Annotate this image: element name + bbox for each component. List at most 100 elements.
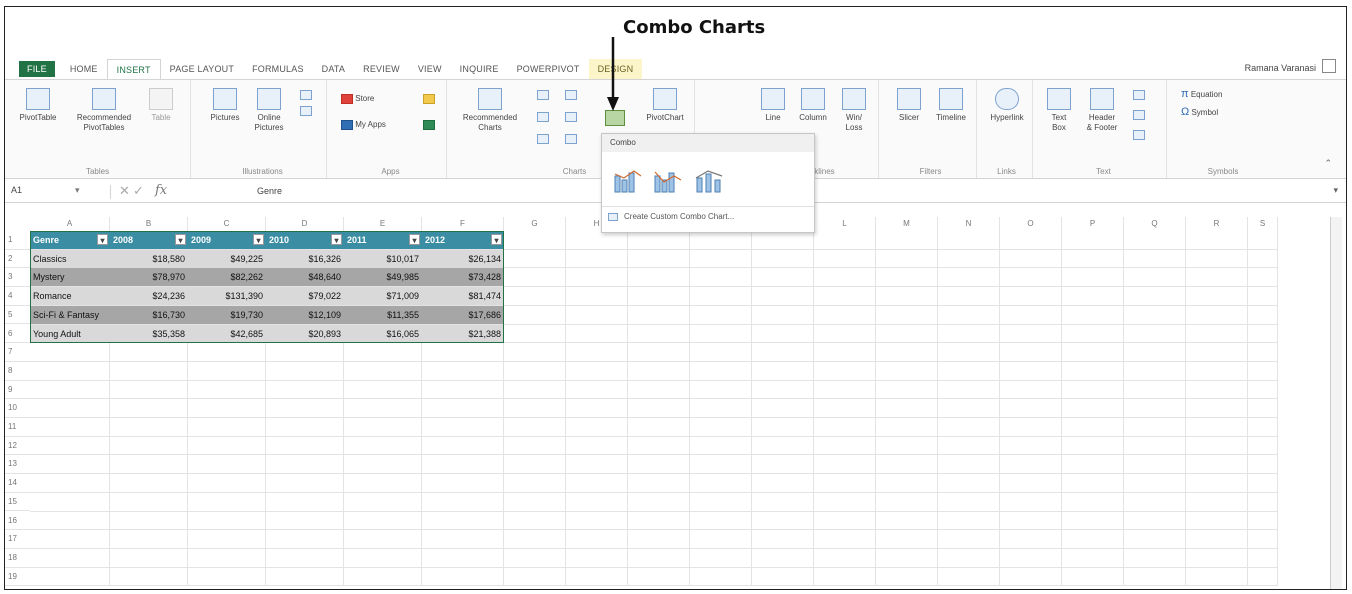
combo-stacked-area-column-option[interactable] (694, 168, 726, 194)
store-button[interactable]: Store (341, 94, 374, 104)
row-header-12[interactable]: 12 (5, 437, 30, 456)
sparkline-column-button[interactable]: Column (793, 88, 833, 123)
table-value-cell[interactable]: $81,474 (422, 287, 504, 306)
expand-formula-icon[interactable]: ▾ (1333, 185, 1338, 196)
row-header-13[interactable]: 13 (5, 455, 30, 475)
table-value-cell[interactable]: $21,388 (422, 324, 504, 343)
tab-view[interactable]: VIEW (409, 59, 451, 79)
column-header-o[interactable]: O (1000, 217, 1062, 231)
row-header-1[interactable]: 1 (5, 231, 30, 250)
tab-insert[interactable]: INSERT (106, 59, 161, 79)
table-value-cell[interactable]: $24,236 (110, 287, 188, 306)
tab-home[interactable]: HOME (61, 59, 107, 79)
filter-dropdown-icon[interactable]: ▾ (331, 234, 342, 245)
textbox-button[interactable]: Text Box (1045, 88, 1073, 133)
column-header-r[interactable]: R (1186, 217, 1248, 231)
table-genre-cell[interactable]: Sci-Fi & Fantasy (30, 305, 110, 324)
row-header-17[interactable]: 17 (5, 530, 30, 549)
filter-dropdown-icon[interactable]: ▾ (409, 234, 420, 245)
column-header-g[interactable]: G (504, 217, 566, 231)
table-genre-cell[interactable]: Romance (30, 287, 110, 306)
table-header-cell[interactable]: 2008 ▾ (110, 231, 188, 249)
combo-column-line-secondary-option[interactable] (652, 168, 684, 194)
table-value-cell[interactable]: $12,109 (266, 305, 344, 324)
row-header-19[interactable]: 19 (5, 568, 30, 587)
table-value-cell[interactable]: $20,893 (266, 324, 344, 343)
symbol-button[interactable]: Ω Symbol (1181, 106, 1218, 118)
scatter-chart-button[interactable] (565, 134, 577, 144)
table-header-cell[interactable]: 2010 ▾ (266, 231, 344, 249)
collapse-ribbon-icon[interactable]: ⌃ (1324, 158, 1332, 169)
user-name[interactable]: Ramana Varanasi (1245, 63, 1316, 73)
filter-dropdown-icon[interactable]: ▾ (175, 234, 186, 245)
row-header-14[interactable]: 14 (5, 474, 30, 493)
window-restore-icon[interactable] (1322, 59, 1336, 73)
fx-icon[interactable]: fx (155, 183, 167, 198)
sparkline-winloss-button[interactable]: Win/ Loss (835, 88, 873, 133)
table-header-cell[interactable]: Genre ▾ (30, 231, 110, 249)
line-chart-button[interactable] (565, 90, 577, 100)
bing-maps-button[interactable] (423, 94, 435, 104)
table-value-cell[interactable]: $131,390 (188, 287, 266, 306)
namebox-dropdown-icon[interactable]: ▾ (75, 185, 80, 196)
name-box[interactable]: A1 ▾ (11, 185, 111, 199)
table-value-cell[interactable]: $78,970 (110, 268, 188, 287)
my-apps-button[interactable]: My Apps (341, 120, 386, 130)
table-value-cell[interactable]: $73,428 (422, 268, 504, 287)
pie-chart-button[interactable] (537, 134, 549, 144)
table-value-cell[interactable]: $48,640 (266, 268, 344, 287)
table-genre-cell[interactable]: Young Adult (30, 324, 110, 343)
recommended-charts-button[interactable]: Recommended Charts (457, 88, 523, 133)
filter-dropdown-icon[interactable]: ▾ (491, 234, 502, 245)
vertical-scrollbar[interactable] (1330, 217, 1342, 589)
column-header-l[interactable]: L (814, 217, 876, 231)
row-header-3[interactable]: 3 (5, 268, 30, 288)
row-header-4[interactable]: 4 (5, 287, 30, 306)
column-header-q[interactable]: Q (1124, 217, 1186, 231)
table-value-cell[interactable]: $49,985 (344, 268, 422, 287)
slicer-button[interactable]: Slicer (891, 88, 927, 123)
tab-data[interactable]: DATA (313, 59, 354, 79)
row-header-18[interactable]: 18 (5, 549, 30, 568)
tab-page-layout[interactable]: PAGE LAYOUT (161, 59, 243, 79)
row-header-8[interactable]: 8 (5, 362, 30, 381)
tab-powerpivot[interactable]: POWERPIVOT (508, 59, 589, 79)
table-value-cell[interactable]: $16,065 (344, 324, 422, 343)
row-header-11[interactable]: 11 (5, 418, 30, 437)
column-header-e[interactable]: E (344, 217, 422, 231)
online-pictures-button[interactable]: Online Pictures (247, 88, 291, 133)
row-header-6[interactable]: 6 (5, 325, 30, 344)
hyperlink-button[interactable]: Hyperlink (985, 88, 1029, 123)
table-header-cell[interactable]: 2011 ▾ (344, 231, 422, 249)
object-button[interactable] (1133, 130, 1145, 140)
table-value-cell[interactable]: $19,730 (188, 305, 266, 324)
table-header-cell[interactable]: 2009 ▾ (188, 231, 266, 249)
column-header-s[interactable]: S (1248, 217, 1278, 231)
table-value-cell[interactable]: $49,225 (188, 249, 266, 268)
create-custom-combo-chart-item[interactable]: Create Custom Combo Chart... (608, 212, 734, 221)
tab-review[interactable]: REVIEW (354, 59, 409, 79)
equation-button[interactable]: π Equation (1181, 88, 1222, 100)
table-genre-cell[interactable]: Classics (30, 249, 110, 268)
worksheet-grid[interactable]: ABCDEFGHIJKLMNOPQRS123456789101112131415… (5, 217, 1335, 589)
timeline-button[interactable]: Timeline (929, 88, 973, 123)
filter-dropdown-icon[interactable]: ▾ (253, 234, 264, 245)
column-header-n[interactable]: N (938, 217, 1000, 231)
tab-inquire[interactable]: INQUIRE (451, 59, 508, 79)
row-header-7[interactable]: 7 (5, 343, 30, 362)
column-header-a[interactable]: A (30, 217, 110, 231)
pivottable-button[interactable]: PivotTable (11, 88, 65, 123)
recommended-pivottables-button[interactable]: Recommended PivotTables (69, 88, 139, 133)
row-header-2[interactable]: 2 (5, 250, 30, 269)
column-header-p[interactable]: P (1062, 217, 1124, 231)
row-header-9[interactable]: 9 (5, 381, 30, 400)
column-chart-button[interactable] (537, 90, 549, 100)
table-value-cell[interactable]: $17,686 (422, 305, 504, 324)
wordart-button[interactable] (1133, 90, 1145, 100)
table-header-cell[interactable]: 2012 ▾ (422, 231, 504, 249)
header-footer-button[interactable]: Header & Footer (1079, 88, 1125, 133)
people-graph-button[interactable] (423, 120, 435, 130)
hierarchy-chart-button[interactable] (537, 112, 549, 122)
tab-file[interactable]: FILE (19, 61, 55, 77)
sparkline-line-button[interactable]: Line (755, 88, 791, 123)
